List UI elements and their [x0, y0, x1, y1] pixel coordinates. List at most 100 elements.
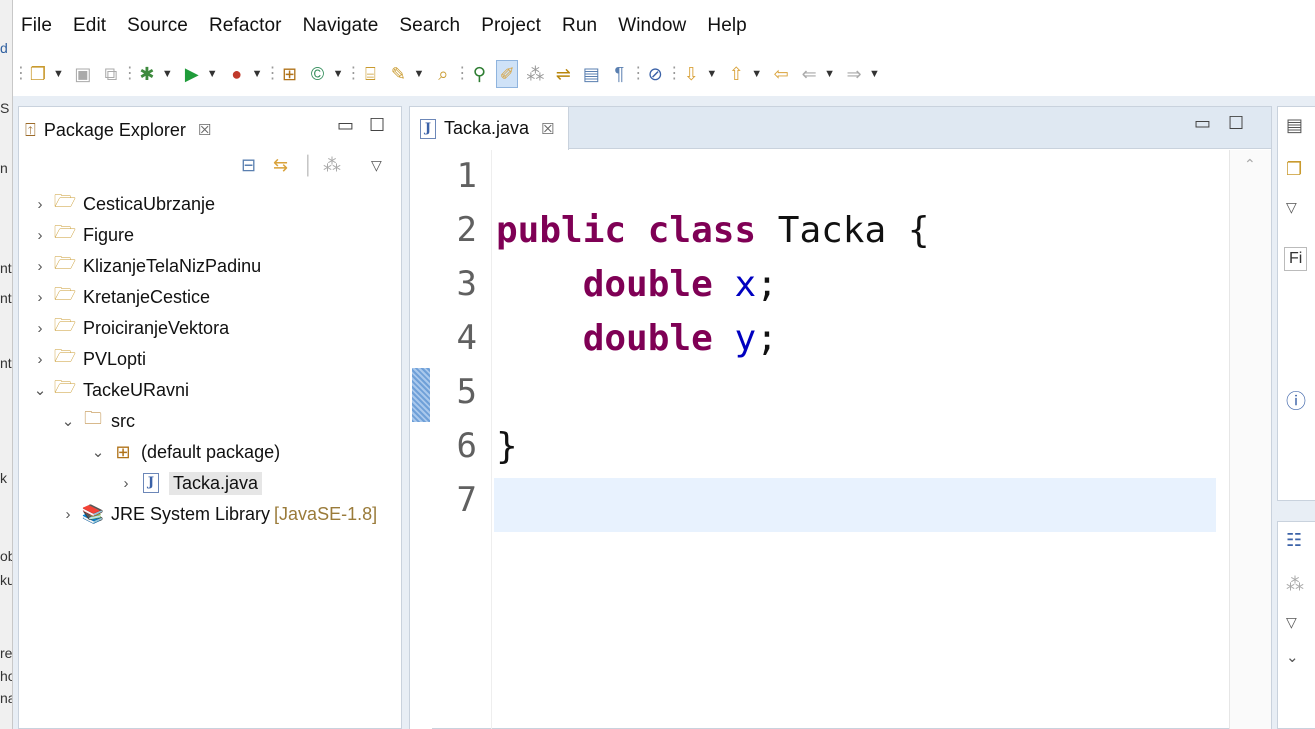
chevron-down-icon[interactable]: ▼ [706, 60, 717, 88]
chevron-down-icon[interactable]: ⌄ [1286, 648, 1299, 666]
tree-item-label: Tacka.java [169, 471, 263, 495]
scroll-up-icon[interactable]: ⌃ [1244, 156, 1256, 173]
menu-source[interactable]: Source [127, 15, 188, 37]
debug-icon[interactable]: ✱ [136, 60, 158, 88]
chevron-right-icon[interactable]: › [115, 475, 137, 492]
focus-on-active-task-icon[interactable]: ⁂ [323, 155, 341, 176]
tree-item-project[interactable]: › 🗁 ProiciranjeVektora [29, 314, 230, 342]
new-wizard-icon[interactable]: ❐ [27, 60, 49, 88]
chevron-right-icon[interactable]: › [29, 227, 51, 244]
collapse-all-icon[interactable]: ⊟ [241, 155, 256, 176]
open-task-icon[interactable]: ✎ [387, 60, 409, 88]
chevron-down-icon[interactable]: ⌄ [57, 412, 79, 430]
vertical-scrollbar[interactable]: ⌃ [1229, 150, 1271, 729]
find-field[interactable]: Fi [1284, 247, 1308, 271]
tree-item-project[interactable]: › 🗁 KretanjeCestice [29, 283, 211, 311]
chevron-right-icon[interactable]: › [29, 320, 51, 337]
menu-file[interactable]: File [21, 15, 52, 37]
editor-tab-label: Tacka.java [444, 118, 530, 138]
chevron-down-icon[interactable]: ▼ [207, 60, 218, 88]
source-folder-icon: 🗀 [84, 408, 102, 428]
menu-refactor[interactable]: Refactor [209, 15, 282, 37]
menu-run[interactable]: Run [562, 15, 597, 37]
new-java-class-icon[interactable]: © [307, 60, 329, 88]
tree-item-project[interactable]: › 🗁 Figure [29, 221, 135, 249]
view-menu-icon[interactable]: ▽ [1286, 614, 1297, 631]
save-all-icon[interactable]: ⧉ [100, 60, 122, 88]
save-icon[interactable]: ▣ [72, 60, 94, 88]
minimize-icon[interactable]: ▭ [337, 115, 354, 136]
close-icon[interactable]: ☒ [541, 120, 554, 138]
outline-icon[interactable]: ☷ [1286, 530, 1302, 551]
toggle-mark-occurrences-icon[interactable]: ⚲ [468, 60, 490, 88]
chevron-right-icon[interactable]: › [29, 196, 51, 213]
tree-item-project[interactable]: ⌄ 🗁 TackeURavni [29, 376, 189, 404]
chevron-down-icon[interactable]: ⌄ [87, 443, 109, 461]
maximize-icon[interactable]: ☐ [369, 115, 385, 136]
minimize-icon[interactable]: ▭ [1194, 113, 1211, 134]
toggle-block-selection-icon[interactable]: ⁂ [524, 60, 546, 88]
focus-on-active-task-icon[interactable]: ⁂ [1286, 574, 1304, 595]
menu-search[interactable]: Search [399, 15, 460, 37]
chevron-down-icon[interactable]: ▼ [824, 60, 835, 88]
chevron-right-icon[interactable]: › [29, 351, 51, 368]
menu-navigate[interactable]: Navigate [303, 15, 379, 37]
tab-package-explorer[interactable]: ⍐ Package Explorer ☒ [25, 113, 211, 147]
chevron-down-icon[interactable]: ▼ [252, 60, 263, 88]
tree-item-project[interactable]: › 🗁 PVLopti [29, 345, 147, 373]
outline-view: ☷ ⁂ ▽ ⌄ [1277, 521, 1315, 729]
new-task-icon[interactable]: ❐ [1286, 159, 1302, 180]
background-glyph: ob [0, 548, 12, 564]
last-edit-location-icon[interactable]: ⇦ [770, 60, 792, 88]
view-menu-icon[interactable]: ▽ [371, 157, 382, 174]
code-line-2: public class Tacka { [496, 204, 930, 258]
chevron-down-icon[interactable]: ▼ [869, 60, 880, 88]
java-project-icon: 🗁 [53, 253, 77, 273]
chevron-right-icon[interactable]: › [29, 289, 51, 306]
tree-item-source-folder[interactable]: ⌄ 🗀 src [57, 407, 135, 435]
show-whitespace-icon[interactable]: ▤ [580, 60, 602, 88]
link-with-editor-icon[interactable]: ⇆ [273, 155, 288, 176]
chevron-right-icon[interactable]: › [57, 506, 79, 523]
chevron-down-icon[interactable]: ▼ [751, 60, 762, 88]
chevron-right-icon[interactable]: › [29, 258, 51, 275]
skip-breakpoints-icon[interactable]: ⊘ [644, 60, 666, 88]
tree-item-java-file[interactable]: › J Tacka.java [115, 469, 263, 497]
run-external-tools-icon[interactable]: ● [226, 60, 248, 88]
next-annotation-icon[interactable]: ⇩ [680, 60, 702, 88]
task-list-icon[interactable]: ▤ [1286, 115, 1303, 136]
code-area[interactable]: public class Tacka { double x; double y;… [494, 150, 1216, 729]
menu-edit[interactable]: Edit [73, 15, 106, 37]
menu-help[interactable]: Help [707, 15, 746, 37]
menu-window[interactable]: Window [618, 15, 686, 37]
forward-icon[interactable]: ⇒ [843, 60, 865, 88]
tree-item-project[interactable]: › 🗁 KlizanjeTelaNizPadinu [29, 252, 262, 280]
background-glyph: d [0, 40, 8, 56]
toggle-highlight-icon[interactable]: ✐ [496, 60, 519, 88]
chevron-down-icon[interactable]: ▼ [53, 60, 64, 88]
back-icon[interactable]: ⇐ [798, 60, 820, 88]
paragraph-icon[interactable]: ¶ [608, 60, 630, 88]
view-menu-icon[interactable]: ▽ [1286, 199, 1297, 216]
code-token: Tacka { [756, 210, 930, 251]
toggle-word-wrap-icon[interactable]: ⇌ [552, 60, 574, 88]
close-icon[interactable]: ☒ [198, 121, 211, 139]
open-type-icon[interactable]: ⌸ [359, 60, 381, 88]
tree-item-project[interactable]: › 🗁 CesticaUbrzanje [29, 190, 216, 218]
chevron-down-icon[interactable]: ▼ [333, 60, 344, 88]
code-token: ; [756, 264, 778, 305]
chevron-down-icon[interactable]: ▼ [162, 60, 173, 88]
chevron-down-icon[interactable]: ▼ [413, 60, 424, 88]
search-icon[interactable]: ⌕ [432, 60, 454, 88]
maximize-icon[interactable]: ☐ [1228, 113, 1244, 134]
tree-item-library[interactable]: › 📚 JRE System Library [JavaSE-1.8] [57, 500, 378, 528]
new-java-package-icon[interactable]: ⊞ [279, 60, 301, 88]
menu-project[interactable]: Project [481, 15, 541, 37]
tab-tacka-java[interactable]: J Tacka.java ☒ [410, 107, 569, 150]
tree-item-package[interactable]: ⌄ ⊞ (default package) [87, 438, 280, 466]
previous-annotation-icon[interactable]: ⇧ [725, 60, 747, 88]
tree-item-label: PVLopti [83, 348, 147, 369]
overview-ruler[interactable] [410, 150, 432, 729]
run-icon[interactable]: ▶ [181, 60, 203, 88]
chevron-down-icon[interactable]: ⌄ [29, 381, 51, 399]
